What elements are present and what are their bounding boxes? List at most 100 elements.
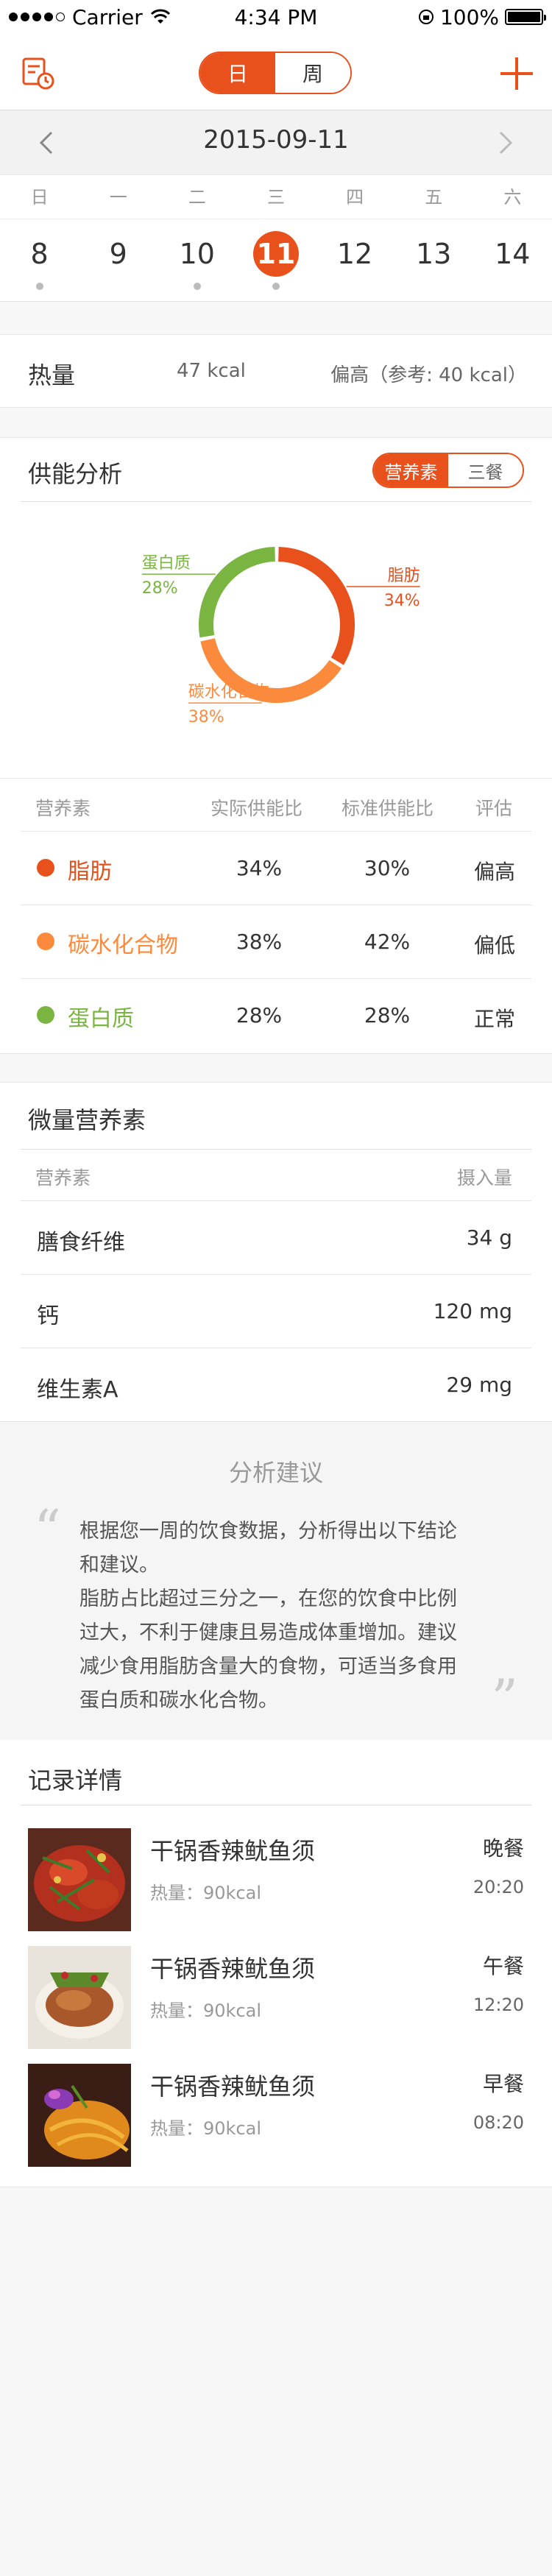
weekday-header: 四 bbox=[346, 187, 364, 208]
nutrient-name: 碳水化合物 bbox=[68, 933, 178, 958]
micro-row: 钙 120 mg bbox=[0, 1274, 552, 1348]
micro-header-amount: 摄入量 bbox=[456, 1167, 512, 1189]
supply-row-protein: 蛋白质 28% 28% 正常 bbox=[0, 978, 552, 1052]
nutrient-name: 蛋白质 bbox=[68, 1006, 134, 1032]
calendar-report-icon[interactable] bbox=[21, 56, 56, 91]
close-quote-icon: ” bbox=[491, 1668, 518, 1730]
actual-ratio: 34% bbox=[236, 856, 283, 880]
divider bbox=[21, 1149, 531, 1150]
record-time: 08:20 bbox=[473, 2112, 524, 2133]
record-name: 干锅香辣鱿鱼须 bbox=[150, 1955, 316, 1983]
record-time: 12:20 bbox=[473, 1995, 524, 2015]
header-standard: 标准供能比 bbox=[342, 798, 434, 819]
weekday-header: 一 bbox=[109, 187, 127, 208]
record-calories: 热量：90kcal bbox=[150, 2000, 262, 2021]
day-cell[interactable]: 14 bbox=[473, 219, 552, 302]
advice-line: 过大，不利于健康且易造成体重增加。建议 bbox=[79, 1621, 457, 1644]
micro-nutrients-card: 微量营养素 营养素 摄入量 膳食纤维 34 g 钙 120 mg 维生素A 29… bbox=[0, 1082, 552, 1422]
day-number: 14 bbox=[495, 238, 531, 270]
day-cell[interactable]: 11 bbox=[236, 219, 315, 302]
day-cell[interactable]: 9 bbox=[79, 219, 158, 302]
current-date: 2015-09-11 bbox=[203, 125, 349, 155]
micro-name: 膳食纤维 bbox=[37, 1230, 125, 1256]
micro-row: 维生素A 29 mg bbox=[0, 1348, 552, 1421]
records-card: 记录详情 干锅香辣鱿鱼须 热量：90kcal 晚餐 20:20 干锅香辣鱿鱼须 … bbox=[0, 1740, 552, 2187]
date-bar: 2015-09-11 bbox=[0, 110, 552, 175]
food-thumbnail bbox=[28, 1946, 131, 2049]
advice-text: 根据您一周的饮食数据，分析得出以下结论 和建议。 脂肪占比超过三分之一，在您的饮… bbox=[79, 1515, 477, 1718]
record-meal: 晚餐 bbox=[482, 1836, 524, 1861]
day-week-toggle: 日 周 bbox=[199, 52, 352, 94]
evaluation: 正常 bbox=[473, 1007, 515, 1031]
micro-name: 维生素A bbox=[37, 1377, 118, 1403]
micro-amount: 29 mg bbox=[446, 1373, 512, 1397]
evaluation: 偏低 bbox=[473, 933, 515, 958]
day-cell[interactable]: 13 bbox=[394, 219, 473, 302]
food-thumbnail bbox=[28, 2064, 131, 2167]
record-meal: 午餐 bbox=[482, 1954, 524, 1978]
status-bar: Carrier 4:34 PM 100% bbox=[0, 0, 552, 34]
slice-value-label: 28% bbox=[142, 579, 178, 598]
record-meal: 早餐 bbox=[482, 2072, 524, 2096]
open-quote-icon: “ bbox=[34, 1498, 61, 1560]
donut-slice bbox=[277, 547, 355, 665]
day-cell[interactable]: 10 bbox=[158, 219, 236, 302]
evaluation: 偏高 bbox=[473, 860, 515, 884]
day-cell[interactable]: 12 bbox=[316, 219, 394, 302]
chevron-right-icon[interactable] bbox=[490, 128, 520, 158]
divider bbox=[21, 501, 531, 502]
day-number: 9 bbox=[109, 238, 127, 270]
donut-chart-svg: 脂肪 34% 碳水化合物 38% 蛋白质 28% bbox=[141, 547, 420, 726]
tab-day[interactable]: 日 bbox=[200, 53, 275, 93]
nutrient-name: 脂肪 bbox=[68, 859, 112, 885]
weekday-headers: 日 一 二 三 四 五 六 bbox=[0, 175, 552, 219]
micro-row: 膳食纤维 34 g bbox=[0, 1200, 552, 1274]
day-number: 8 bbox=[30, 238, 49, 270]
day-number: 13 bbox=[416, 238, 452, 270]
supply-row-carbs: 碳水化合物 38% 42% 偏低 bbox=[0, 905, 552, 978]
weekday-header: 日 bbox=[30, 187, 49, 208]
slice-value-label: 34% bbox=[384, 592, 420, 610]
status-time: 4:34 PM bbox=[234, 4, 318, 29]
tab-nutrients[interactable]: 营养素 bbox=[374, 454, 448, 486]
supply-title: 供能分析 bbox=[28, 460, 123, 488]
micro-title: 微量营养素 bbox=[28, 1106, 146, 1134]
food-thumbnail bbox=[28, 1828, 131, 1931]
record-time: 20:20 bbox=[473, 1877, 524, 1897]
record-item[interactable]: 干锅香辣鱿鱼须 热量：90kcal 早餐 08:20 bbox=[0, 2064, 552, 2182]
protein-dot bbox=[37, 1006, 54, 1024]
supply-toggle: 营养素 三餐 bbox=[372, 453, 524, 488]
week-days: 8 9 10 11 12 13 14 bbox=[0, 219, 552, 302]
slice-label: 脂肪 bbox=[388, 567, 420, 585]
tab-week[interactable]: 周 bbox=[275, 53, 350, 93]
slice-value-label: 38% bbox=[188, 708, 224, 726]
advice-line: 脂肪占比超过三分之一，在您的饮食中比例 bbox=[79, 1588, 457, 1610]
calorie-value: 47 kcal bbox=[177, 360, 246, 382]
header-nutrient: 营养素 bbox=[35, 798, 91, 819]
carbs-dot bbox=[37, 933, 54, 950]
slice-label: 蛋白质 bbox=[142, 554, 191, 573]
tab-meals[interactable]: 三餐 bbox=[448, 454, 523, 486]
plus-icon[interactable] bbox=[498, 54, 536, 93]
header-actual: 实际供能比 bbox=[210, 798, 303, 819]
record-calories: 热量：90kcal bbox=[150, 1883, 262, 1903]
day-cell[interactable]: 8 bbox=[0, 219, 79, 302]
record-item[interactable]: 干锅香辣鱿鱼须 热量：90kcal 午餐 12:20 bbox=[0, 1946, 552, 2064]
day-record-marker bbox=[272, 283, 280, 290]
actual-ratio: 38% bbox=[236, 930, 283, 954]
header-evaluation: 评估 bbox=[475, 798, 512, 819]
advice-line: 根据您一周的饮食数据，分析得出以下结论 bbox=[79, 1520, 457, 1543]
fat-dot bbox=[37, 859, 54, 877]
record-item[interactable]: 干锅香辣鱿鱼须 热量：90kcal 晚餐 20:20 bbox=[0, 1828, 552, 1946]
advice-section: 分析建议 “ 根据您一周的饮食数据，分析得出以下结论 和建议。 脂肪占比超过三分… bbox=[0, 1422, 552, 1740]
record-name: 干锅香辣鱿鱼须 bbox=[150, 2073, 316, 2101]
supply-row-fat: 脂肪 34% 30% 偏高 bbox=[0, 831, 552, 905]
standard-ratio: 42% bbox=[364, 930, 411, 954]
advice-line: 蛋白质和碳水化合物。 bbox=[79, 1689, 278, 1712]
nav-bar: 日 周 bbox=[0, 34, 552, 110]
battery-icon bbox=[505, 9, 546, 25]
week-strip: 日 一 二 三 四 五 六 8 9 10 11 12 13 14 bbox=[0, 175, 552, 302]
day-number: 11 bbox=[252, 231, 299, 277]
weekday-header: 二 bbox=[188, 187, 206, 208]
slice-label: 碳水化合物 bbox=[188, 683, 269, 701]
